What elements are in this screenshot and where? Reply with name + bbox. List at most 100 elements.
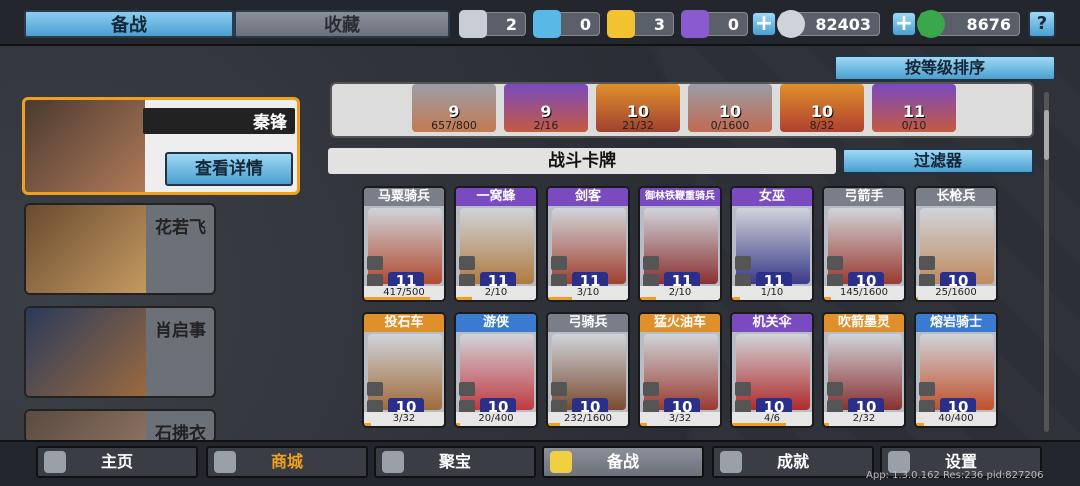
card-progress: 3/32 <box>364 412 444 426</box>
tab-prepare[interactable]: 备战 <box>24 10 234 38</box>
deck-card[interactable]: 9 2/16 <box>504 84 588 132</box>
card-name: 投石车 <box>364 314 444 332</box>
scrollbar[interactable] <box>1044 92 1049 432</box>
unit-type-icon <box>919 382 935 396</box>
nav-home[interactable]: 主页 <box>36 446 198 478</box>
card-name: 女巫 <box>732 188 812 206</box>
unit-type-icon <box>735 382 751 396</box>
leader-card[interactable]: 石拂衣 <box>24 409 216 443</box>
card-name: 吹箭墨灵 <box>824 314 904 332</box>
tab-collection[interactable]: 收藏 <box>234 10 450 38</box>
silver-chest-icon <box>459 10 487 38</box>
unit-type-icon <box>459 382 475 396</box>
unit-type-icon <box>827 382 843 396</box>
battle-card[interactable]: 马粟骑兵 11 417/500 <box>362 186 446 302</box>
card-name: 马粟骑兵 <box>364 188 444 206</box>
gold-chest-icon <box>607 10 635 38</box>
treasure-icon <box>382 451 404 473</box>
home-icon <box>44 451 66 473</box>
card-progress: 2/10 <box>456 286 536 300</box>
nav-prepare[interactable]: 备战 <box>542 446 704 478</box>
version-label: App: 1.3.0.162 Res:236 pid:827206 <box>866 470 1044 481</box>
top-bar: 备战 收藏 2 0 3 0 + 82403 + 8676 ? <box>0 0 1080 46</box>
unit-type-icon <box>827 256 843 270</box>
silver-chest-count: 2 <box>505 15 517 34</box>
battle-card[interactable]: 剑客 11 3/10 <box>546 186 630 302</box>
deck-card[interactable]: 9 657/800 <box>412 84 496 132</box>
battle-card[interactable]: 投石车 10 3/32 <box>362 312 446 428</box>
battle-card[interactable]: 机关伞 10 4/6 <box>730 312 814 428</box>
filter-button[interactable]: 过滤器 <box>842 148 1034 174</box>
purple-chest-count: 0 <box>727 15 739 34</box>
leader-card-active[interactable]: 秦锋 查看详情 <box>22 97 300 195</box>
battle-card[interactable]: 女巫 11 1/10 <box>730 186 814 302</box>
leader-portrait <box>26 411 146 441</box>
deck-card-count: 2/16 <box>533 119 559 132</box>
nav-achievement[interactable]: 成就 <box>712 446 874 478</box>
leader-portrait <box>25 100 145 192</box>
purple-chest-icon <box>681 10 709 38</box>
leader-portrait <box>26 205 146 293</box>
deck-card-count: 657/800 <box>431 119 477 132</box>
coin-icon <box>777 10 805 38</box>
deck-card[interactable]: 10 21/32 <box>596 84 680 132</box>
card-progress: 2/32 <box>824 412 904 426</box>
card-progress: 40/400 <box>916 412 996 426</box>
add-gems-button[interactable]: + <box>892 12 916 36</box>
gold-chest-counter[interactable]: 3 <box>607 10 674 38</box>
deck-card[interactable]: 11 0/10 <box>872 84 956 132</box>
battle-card[interactable]: 熔岩骑士 10 40/400 <box>914 312 998 428</box>
view-details-button[interactable]: 查看详情 <box>165 152 293 186</box>
purple-chest-counter[interactable]: 0 <box>681 10 748 38</box>
card-name: 机关伞 <box>732 314 812 332</box>
card-name: 熔岩骑士 <box>916 314 996 332</box>
unit-type-icon <box>459 256 475 270</box>
battle-card[interactable]: 一窝蜂 11 2/10 <box>454 186 538 302</box>
card-progress: 3/32 <box>640 412 720 426</box>
card-progress: 232/1600 <box>548 412 628 426</box>
gem-count: 8676 <box>966 15 1011 34</box>
leader-portrait <box>26 308 146 396</box>
battle-card[interactable]: 御林铁鞭重骑兵 11 2/10 <box>638 186 722 302</box>
card-name: 弓骑兵 <box>548 314 628 332</box>
sort-by-level-button[interactable]: 按等级排序 <box>834 55 1056 81</box>
card-progress: 3/10 <box>548 286 628 300</box>
card-name: 长枪兵 <box>916 188 996 206</box>
leader-card[interactable]: 花若飞 <box>24 203 216 295</box>
nav-treasure[interactable]: 聚宝 <box>374 446 536 478</box>
card-progress: 25/1600 <box>916 286 996 300</box>
card-name: 一窝蜂 <box>456 188 536 206</box>
add-coins-button[interactable]: + <box>752 12 776 36</box>
crystal-chest-icon <box>533 10 561 38</box>
leader-card[interactable]: 肖启事 <box>24 306 216 398</box>
battle-card[interactable]: 弓箭手 10 145/1600 <box>822 186 906 302</box>
battle-deck-panel: 9 657/800 9 2/16 10 21/32 10 0/1600 10 8… <box>330 82 1034 138</box>
card-name: 弓箭手 <box>824 188 904 206</box>
battle-card[interactable]: 吹箭墨灵 10 2/32 <box>822 312 906 428</box>
scrollbar-thumb[interactable] <box>1044 110 1049 160</box>
card-icon <box>550 451 572 473</box>
battle-card[interactable]: 长枪兵 10 25/1600 <box>914 186 998 302</box>
silver-chest-counter[interactable]: 2 <box>459 10 526 38</box>
gem-icon <box>917 10 945 38</box>
battle-card[interactable]: 猛火油车 10 3/32 <box>638 312 722 428</box>
deck-card-count: 0/1600 <box>710 119 750 132</box>
battle-card[interactable]: 游侠 10 20/400 <box>454 312 538 428</box>
card-name: 游侠 <box>456 314 536 332</box>
unit-type-icon <box>643 382 659 396</box>
battle-card[interactable]: 弓骑兵 10 232/1600 <box>546 312 630 428</box>
leader-name: 肖启事 <box>155 321 206 341</box>
deck-card-count: 8/32 <box>809 119 835 132</box>
gold-chest-count: 3 <box>653 15 665 34</box>
deck-card[interactable]: 10 8/32 <box>780 84 864 132</box>
unit-type-icon <box>367 256 383 270</box>
battle-cards-header: 战斗卡牌 <box>328 148 836 174</box>
achievement-icon <box>720 451 742 473</box>
nav-shop[interactable]: 商城 <box>206 446 368 478</box>
crystal-chest-counter[interactable]: 0 <box>533 10 600 38</box>
help-button[interactable]: ? <box>1028 10 1056 38</box>
deck-card[interactable]: 10 0/1600 <box>688 84 772 132</box>
card-progress: 20/400 <box>456 412 536 426</box>
leader-name: 秦锋 <box>253 113 287 133</box>
unit-type-icon <box>919 256 935 270</box>
